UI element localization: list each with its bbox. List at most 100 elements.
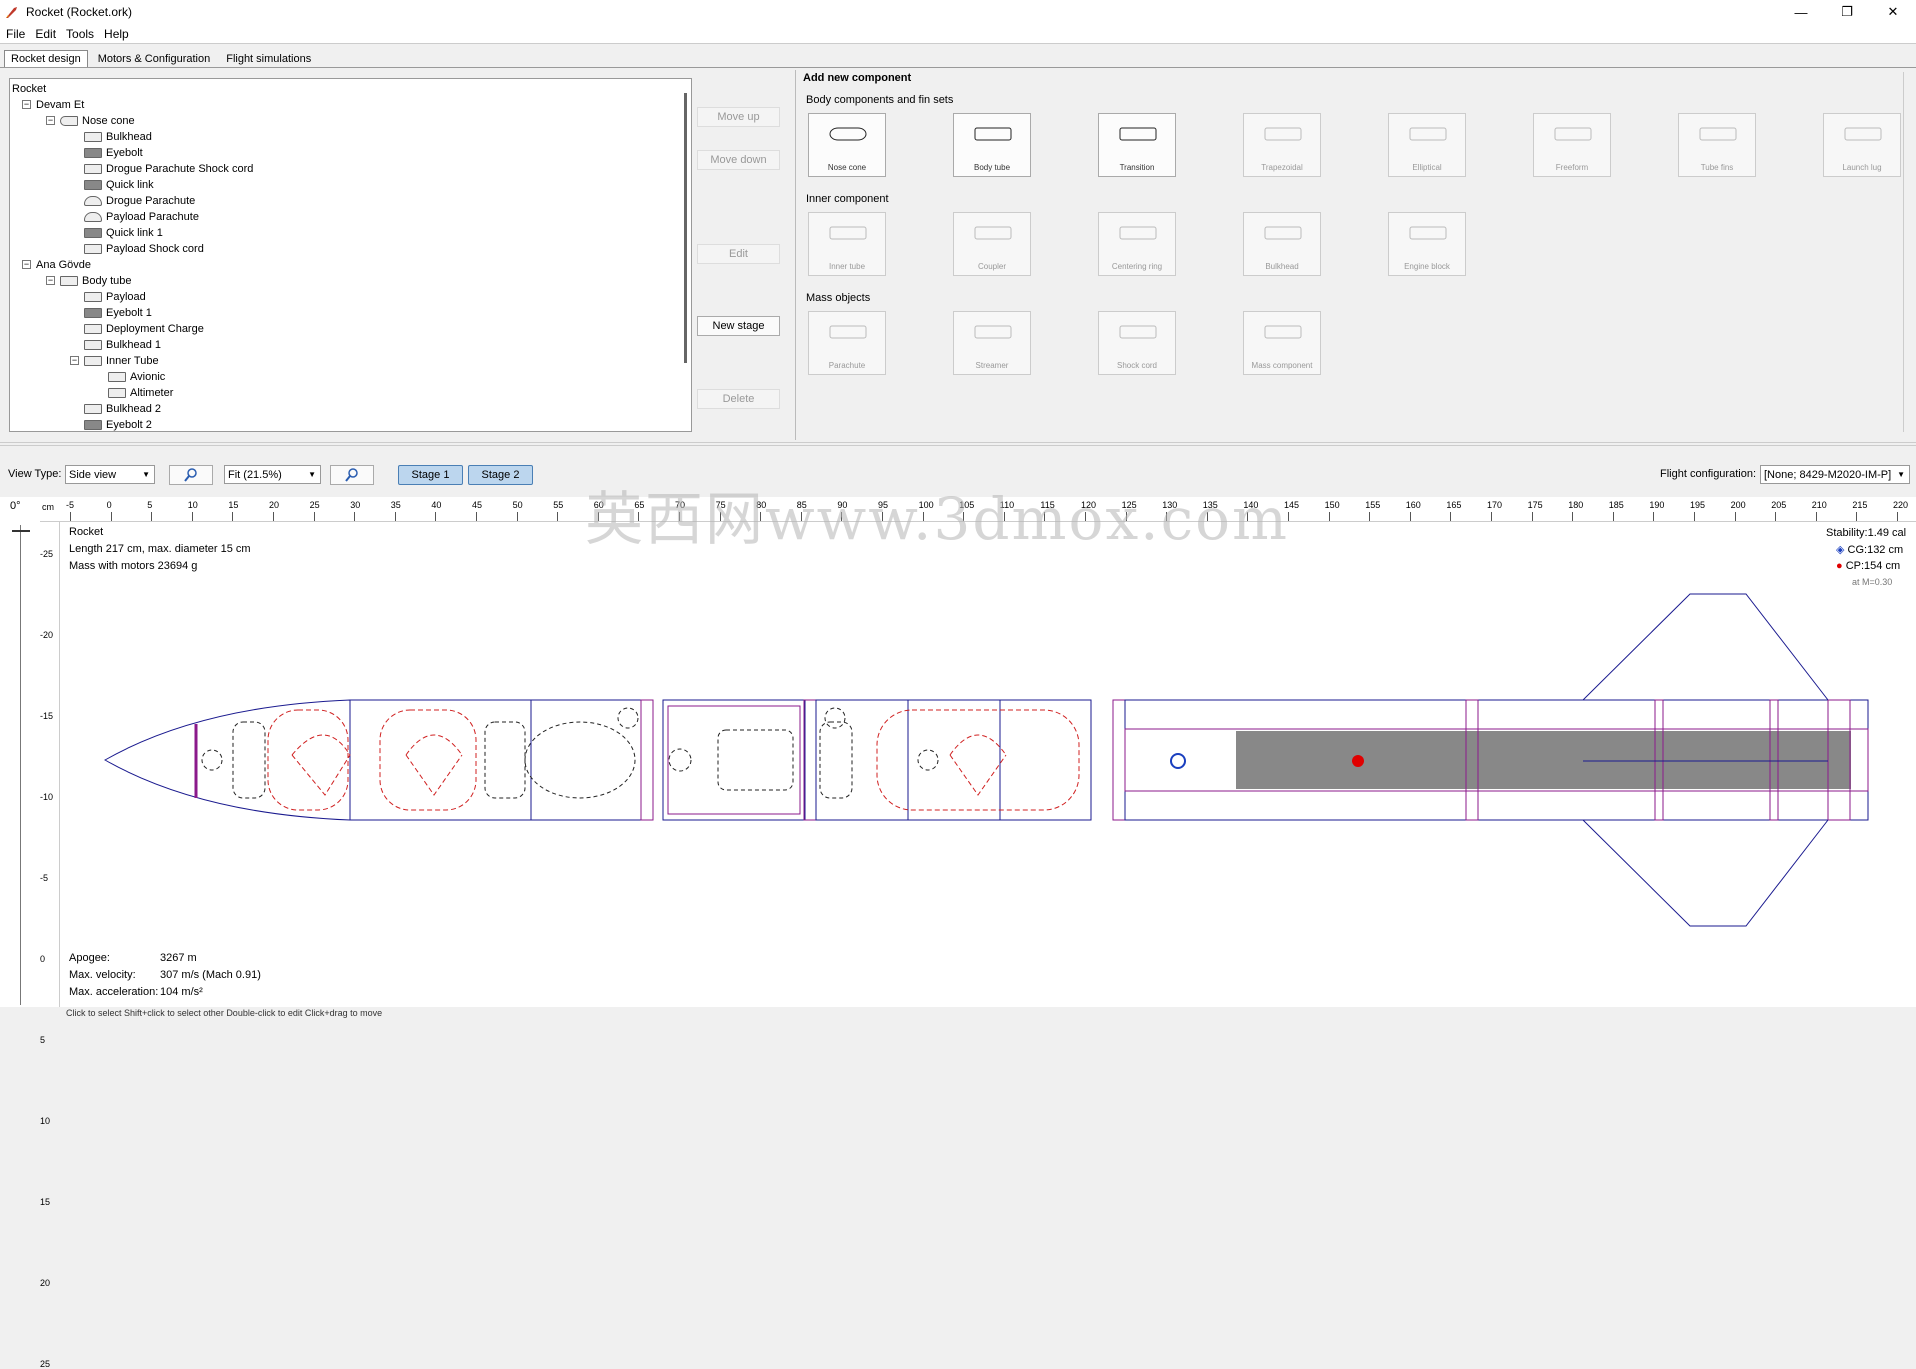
nose-cone-icon [60,115,78,126]
add-transition-button[interactable]: Transition [1098,113,1176,177]
tree-item[interactable]: Payload [84,289,146,304]
tab-motors-configuration[interactable]: Motors & Configuration [92,51,217,67]
menu-edit[interactable]: Edit [35,27,56,41]
ruler-top-tick [435,512,437,521]
tree-scrollbar[interactable] [684,93,687,363]
ruler-top-tick [1328,512,1330,521]
cg-label: ◈ CG:132 cm [1836,543,1903,556]
maximize-button[interactable]: ❐ [1824,0,1870,24]
ruler-top-tick [1531,512,1533,521]
mass-icon [84,419,102,430]
ruler-top-tick [557,512,559,521]
ruler-top-tick-label: 200 [1730,500,1746,510]
stage-2-toggle[interactable]: Stage 2 [468,465,533,485]
minimize-button[interactable]: — [1778,0,1824,24]
ruler-top-tick [110,512,112,521]
add-panel-scrollbar[interactable] [1903,72,1911,432]
ruler-left-tick-label: -15 [40,711,54,721]
add-nose-cone-button[interactable]: Nose cone [808,113,886,177]
close-button[interactable]: ✕ [1870,0,1916,24]
tree-item[interactable]: Avionic [108,369,165,384]
tree-item[interactable]: Bulkhead 2 [84,401,161,416]
tree-root[interactable]: Rocket [12,81,46,96]
tree-item[interactable]: Nose cone [60,113,135,128]
ruler-left-tick-label: 10 [40,1116,51,1126]
menu-file[interactable]: File [6,27,25,41]
add-bulkhead-button[interactable]: Bulkhead [1243,212,1321,276]
component-label: Centering ring [1111,262,1163,271]
rotation-slider-handle[interactable] [12,530,30,532]
tree-item[interactable]: Deployment Charge [84,321,204,336]
ruler-top-tick-label: 195 [1690,500,1706,510]
tree-item[interactable]: Ana Gövde [36,257,91,272]
add-parachute-button[interactable]: Parachute [808,311,886,375]
watermark-text: 英西网www.3dmox.com [585,485,1289,553]
ruler-top-tick [313,512,315,521]
add-streamer-button[interactable]: Streamer [953,311,1031,375]
tree-item[interactable]: Drogue Parachute Shock cord [84,161,253,176]
zoom-out-button[interactable] [330,465,374,485]
tab-rocket-design[interactable]: Rocket design [4,50,88,67]
component-label: Transition [1119,163,1155,172]
tree-item[interactable]: Devam Et [36,97,84,112]
add-elliptical-fin-button[interactable]: Elliptical [1388,113,1466,177]
add-engine-block-button[interactable]: Engine block [1388,212,1466,276]
zoom-select[interactable]: Fit (21.5%) ▼ [224,465,321,484]
edit-button[interactable]: Edit [697,244,780,264]
tree-expander-icon[interactable]: − [70,356,79,365]
add-tube-fins-button[interactable]: Tube fins [1678,113,1756,177]
new-stage-button[interactable]: New stage [697,316,780,336]
chevron-down-icon: ▼ [142,470,150,479]
component-tree[interactable]: Rocket Devam Et − Nose cone − Bulkhead Eyebol… [9,78,692,432]
add-centering-ring-button[interactable]: Centering ring [1098,212,1176,276]
delete-button[interactable]: Delete [697,389,780,409]
tree-item[interactable]: Bulkhead 1 [84,337,161,352]
mass-component-icon [1264,325,1302,339]
tree-item[interactable]: Quick link 1 [84,225,163,240]
add-mass-component-button[interactable]: Mass component [1243,311,1321,375]
tree-item[interactable]: Eyebolt 1 [84,305,152,320]
split-divider[interactable] [0,442,1916,446]
tree-item[interactable]: Bulkhead [84,129,152,144]
tree-expander-icon[interactable]: − [46,116,55,125]
tree-item[interactable]: Body tube [60,273,132,288]
add-trapezoidal-fin-button[interactable]: Trapezoidal [1243,113,1321,177]
bulkhead-icon [1264,226,1302,240]
flight-config-select[interactable]: [None; 8429-M2020-IM-P] ▼ [1760,465,1910,484]
title-bar: Rocket (Rocket.ork) — ❐ ✕ [0,0,1916,24]
menu-tools[interactable]: Tools [66,27,94,41]
add-shock-cord-button[interactable]: Shock cord [1098,311,1176,375]
move-up-button[interactable]: Move up [697,107,780,127]
ruler-top-tick [1572,512,1574,521]
tree-item[interactable]: Drogue Parachute [84,193,195,208]
rotation-slider[interactable] [20,525,23,1005]
tree-item[interactable]: Payload Parachute [84,209,199,224]
ruler-top-tick-label: 25 [309,500,320,510]
rocket-figure-canvas[interactable] [0,497,1916,1007]
tree-item[interactable]: Inner Tube [84,353,159,368]
tree-item[interactable]: Payload Shock cord [84,241,204,256]
body-tube-icon [974,127,1012,141]
menu-help[interactable]: Help [104,27,129,41]
tab-flight-simulations[interactable]: Flight simulations [220,51,317,67]
view-type-select[interactable]: Side view ▼ [65,465,155,484]
component-label: Freeform [1555,163,1589,172]
add-launch-lug-button[interactable]: Launch lug [1823,113,1901,177]
move-down-button[interactable]: Move down [697,150,780,170]
tree-item[interactable]: Eyebolt [84,145,143,160]
stage-1-toggle[interactable]: Stage 1 [398,465,463,485]
ruler-top-tick-label: 190 [1649,500,1665,510]
tree-item-label: Quick link [106,178,154,191]
tree-expander-icon[interactable]: − [22,100,31,109]
tree-item[interactable]: Eyebolt 2 [84,417,152,431]
add-coupler-button[interactable]: Coupler [953,212,1031,276]
ruler-top-tick [1409,512,1411,521]
add-body-tube-button[interactable]: Body tube [953,113,1031,177]
tree-item[interactable]: Quick link [84,177,154,192]
tree-item[interactable]: Altimeter [108,385,173,400]
add-inner-tube-button[interactable]: Inner tube [808,212,886,276]
add-freeform-fin-button[interactable]: Freeform [1533,113,1611,177]
tree-expander-icon[interactable]: − [22,260,31,269]
tree-expander-icon[interactable]: − [46,276,55,285]
zoom-in-button[interactable] [169,465,213,485]
